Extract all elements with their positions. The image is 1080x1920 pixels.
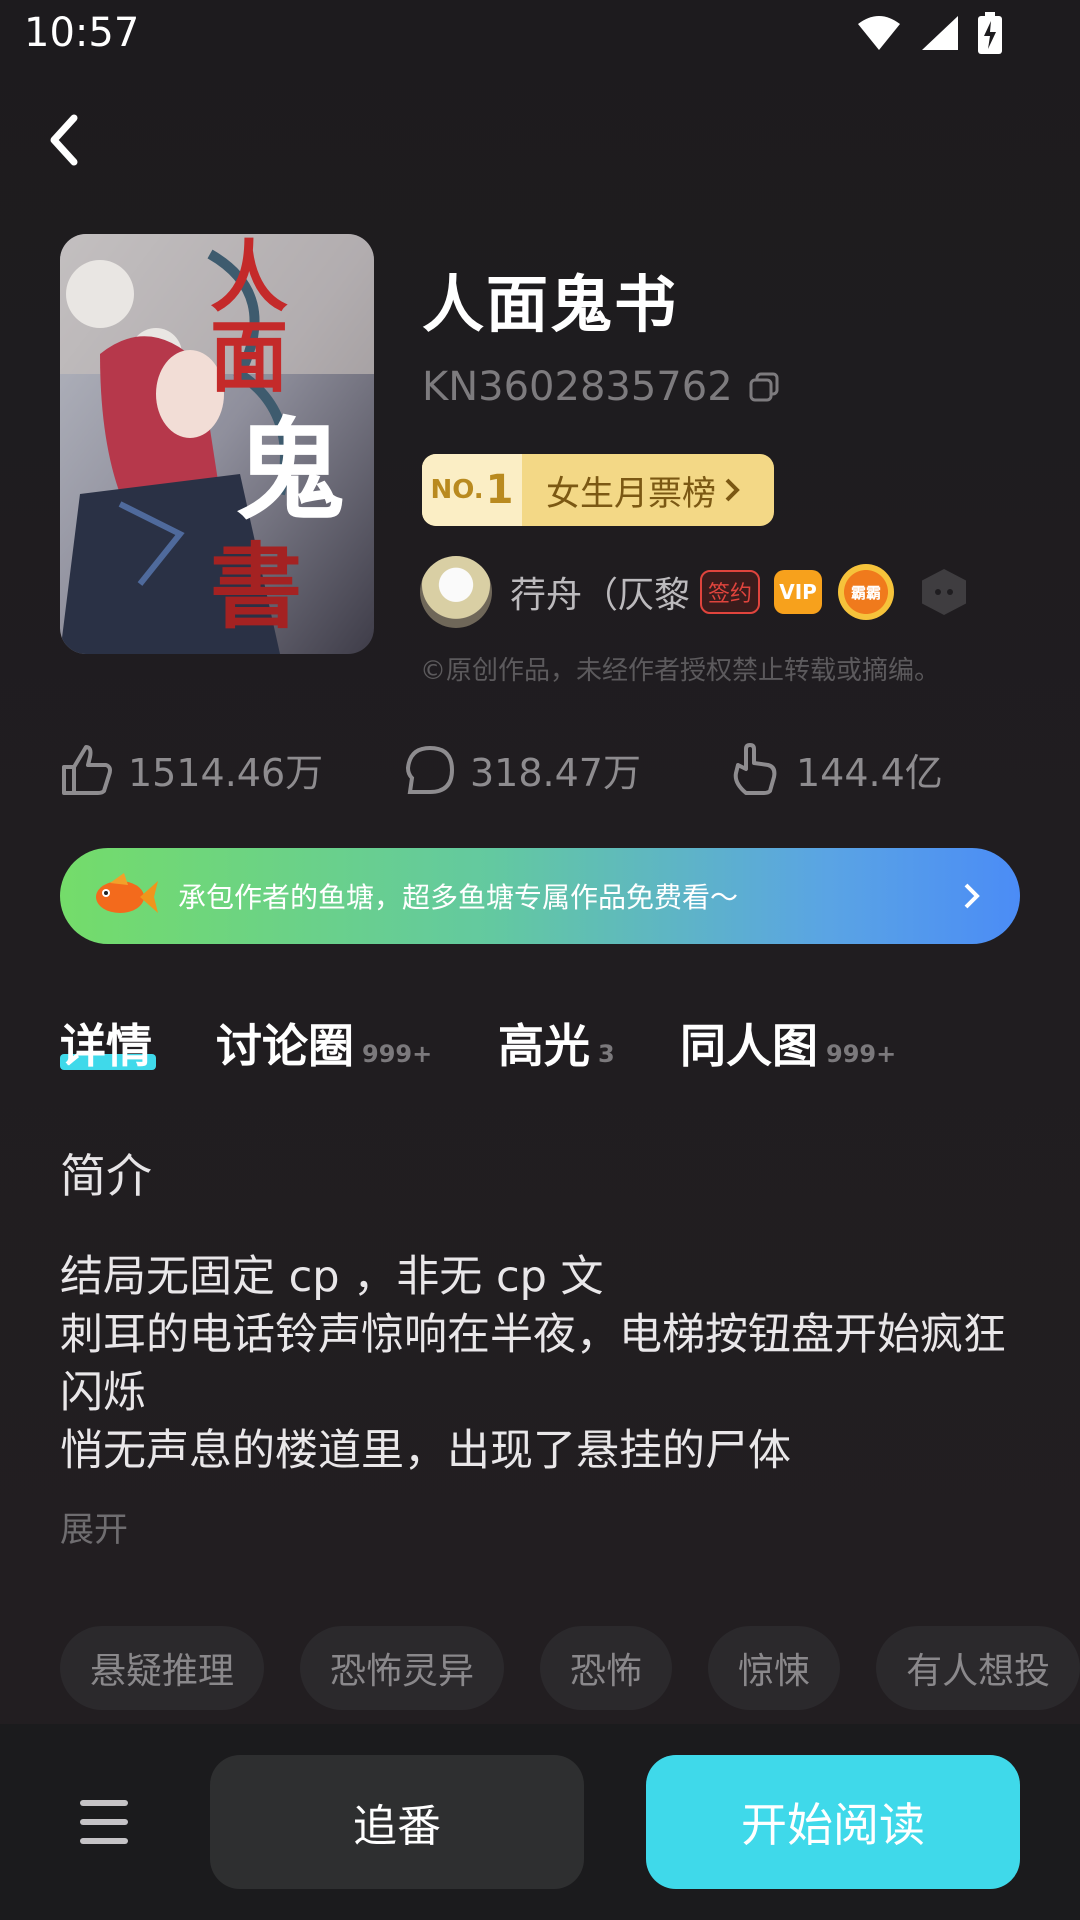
book-id-row: KN3602835762 xyxy=(422,364,781,410)
comments-count: 318.47万 xyxy=(470,751,641,795)
tab-label: 详情 xyxy=(60,1019,152,1073)
menu-icon[interactable] xyxy=(80,1800,128,1844)
tickets-count: 144.4亿 xyxy=(796,751,943,795)
tab-fanart[interactable]: 同人图 999+ xyxy=(680,1010,896,1076)
cover-title-char-1: 人 xyxy=(210,234,288,323)
likes-count: 1514.46万 xyxy=(128,751,324,795)
battery-icon xyxy=(978,12,1002,54)
tab-count: 999+ xyxy=(362,1040,433,1068)
tab-highlights[interactable]: 高光 3 xyxy=(498,1010,615,1076)
author-avatar[interactable] xyxy=(420,556,492,628)
rank-label: 女生月票榜 xyxy=(546,473,716,514)
rank-label-row: 女生月票榜 xyxy=(522,454,774,526)
rank-prefix: NO. xyxy=(430,475,484,505)
stats-row: 1514.46万 318.47万 144.4亿 xyxy=(60,742,960,802)
promo-text: 承包作者的鱼塘，超多鱼塘专属作品免费看～ xyxy=(178,881,739,914)
status-icons xyxy=(856,12,1002,54)
comment-bubble-icon xyxy=(405,745,455,794)
tag-chip[interactable]: 惊悚 xyxy=(708,1626,841,1710)
signal-icon xyxy=(922,16,958,50)
likes-stat[interactable]: 1514.46万 xyxy=(60,742,323,797)
rank-value: 1 xyxy=(485,467,514,513)
hand-point-icon xyxy=(733,742,777,795)
book-cover[interactable]: 人 面 鬼 書 xyxy=(60,234,374,654)
cover-title-char-4: 書 xyxy=(210,533,302,641)
tab-discussion[interactable]: 讨论圈 999+ xyxy=(216,1010,432,1076)
back-arrow-icon[interactable] xyxy=(40,110,90,170)
synopsis-line: 悄无声息的楼道里，出现了悬挂的尸体 xyxy=(60,1426,791,1476)
chevron-right-icon xyxy=(725,478,740,502)
follow-button[interactable]: 追番 xyxy=(210,1755,584,1889)
thumbs-up-icon xyxy=(62,744,112,795)
author-name[interactable]: 荇舟（仄黎 xyxy=(510,566,690,618)
fishpond-promo-banner[interactable]: 承包作者的鱼塘，超多鱼塘专属作品免费看～ xyxy=(60,848,1020,944)
tickets-stat[interactable]: 144.4亿 xyxy=(728,742,943,797)
tab-count: 3 xyxy=(598,1040,615,1068)
tab-label: 同人图 xyxy=(680,1019,818,1073)
level-badge: 霸霸 xyxy=(838,564,895,620)
rank-number: NO. 1 xyxy=(422,454,522,526)
tag-chip[interactable]: 恐怖 xyxy=(540,1626,673,1710)
expand-link[interactable]: 展开 xyxy=(60,1502,128,1551)
cover-title-char-3: 鬼 xyxy=(235,406,345,535)
synopsis-line: 刺耳的电话铃声惊响在半夜，电梯按钮盘开始疯狂闪烁 xyxy=(60,1310,1006,1418)
signed-badge: 签约 xyxy=(700,570,761,614)
book-title: 人面鬼书 xyxy=(422,268,679,341)
tab-details[interactable]: 详情 xyxy=(60,1010,152,1076)
wifi-icon xyxy=(858,16,900,50)
synopsis-heading: 简介 xyxy=(60,1149,152,1203)
author-row[interactable]: 荇舟（仄黎 签约 VIP 霸霸 xyxy=(420,556,967,628)
chevron-right-icon xyxy=(964,883,980,909)
status-time: 10:57 xyxy=(24,10,140,56)
tag-chip[interactable]: 恐怖灵异 xyxy=(300,1626,505,1710)
vip-badge: VIP xyxy=(774,570,823,614)
tag-list: 悬疑推理 恐怖灵异 恐怖 惊悚 有人想投 xyxy=(60,1626,1080,1710)
tab-count: 999+ xyxy=(826,1040,897,1068)
start-reading-button[interactable]: 开始阅读 xyxy=(646,1755,1020,1889)
comments-stat[interactable]: 318.47万 xyxy=(404,742,641,797)
copy-icon[interactable] xyxy=(747,370,781,404)
book-id: KN3602835762 xyxy=(422,364,733,410)
tag-chip[interactable]: 有人想投 xyxy=(876,1626,1080,1710)
more-badge-icon[interactable] xyxy=(922,569,967,615)
tab-label: 讨论圈 xyxy=(216,1019,354,1073)
rank-badge[interactable]: NO. 1 女生月票榜 xyxy=(422,454,774,526)
tab-label: 高光 xyxy=(498,1019,590,1073)
copyright-notice: ©原创作品，未经作者授权禁止转载或摘编。 xyxy=(420,656,941,686)
cover-title-char-2: 面 xyxy=(210,312,288,403)
synopsis-line: 结局无固定 cp ，非无 cp 文 xyxy=(60,1252,604,1302)
goldfish-icon xyxy=(96,873,158,913)
tag-chip[interactable]: 悬疑推理 xyxy=(60,1626,265,1710)
synopsis-text: 结局无固定 cp ，非无 cp 文 刺耳的电话铃声惊响在半夜，电梯按钮盘开始疯狂… xyxy=(60,1248,1020,1480)
